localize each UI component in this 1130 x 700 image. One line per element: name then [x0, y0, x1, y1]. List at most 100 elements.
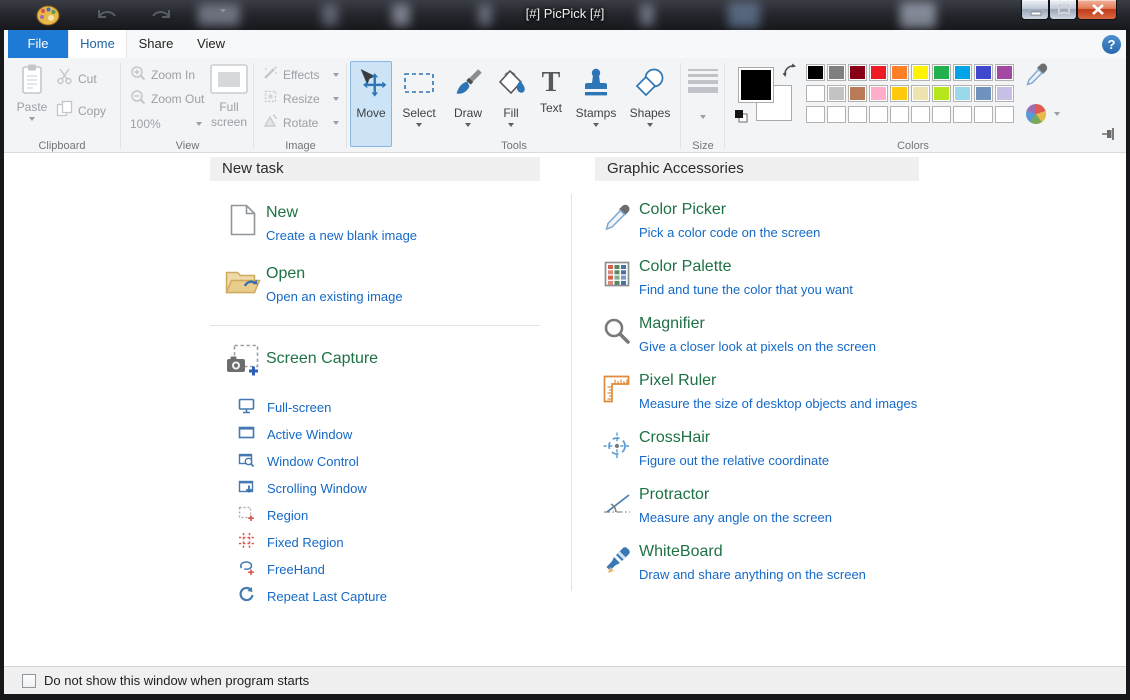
accessory-magnifier[interactable]: Magnifier Give a closer look at pixels o…	[595, 315, 919, 372]
color-swatch[interactable]	[806, 64, 825, 81]
draw-tool-button[interactable]: Draw	[446, 61, 490, 147]
more-colors-dropdown-icon[interactable]	[1054, 112, 1060, 116]
select-dropdown-icon	[416, 123, 422, 127]
zoom-level-combo[interactable]: 100%	[130, 113, 202, 135]
color-swatch[interactable]	[953, 85, 972, 102]
graphic-accessories-section: Graphic Accessories Color Picker Pick a …	[595, 157, 919, 600]
tab-file[interactable]: File	[8, 30, 68, 58]
startup-checkbox[interactable]	[22, 674, 36, 688]
window-title: [#] PicPick [#]	[0, 6, 1130, 21]
maximize-button[interactable]	[1049, 0, 1077, 20]
color-wheel-icon[interactable]	[1026, 104, 1046, 124]
color-swatch[interactable]	[995, 85, 1014, 102]
text-tool-button[interactable]: T Text	[532, 61, 570, 147]
close-button[interactable]	[1077, 0, 1117, 20]
accessory-whiteboard[interactable]: WhiteBoard Draw and share anything on th…	[595, 543, 919, 600]
minimize-button[interactable]	[1021, 0, 1049, 20]
color-swatch[interactable]	[953, 106, 972, 123]
select-tool-button[interactable]: Select	[396, 61, 442, 147]
color-swatch[interactable]	[911, 85, 930, 102]
color-swatch[interactable]	[890, 85, 909, 102]
color-swatch[interactable]	[911, 64, 930, 81]
resize-icon	[263, 89, 278, 109]
tab-share[interactable]: Share	[127, 30, 185, 58]
color-swatch[interactable]	[869, 85, 888, 102]
fill-tool-button[interactable]: Fill	[492, 61, 530, 147]
color-swatch[interactable]	[932, 64, 951, 81]
accessory-pixel-ruler[interactable]: Pixel Ruler Measure the size of desktop …	[595, 372, 919, 429]
zoom-in-button[interactable]: Zoom In	[130, 64, 195, 86]
capture-item-window-control[interactable]: Window Control	[210, 448, 540, 475]
effects-button[interactable]: Effects	[263, 64, 339, 86]
group-label-image: Image	[255, 140, 346, 152]
group-label-colors: Colors	[726, 140, 1100, 152]
color-swatch[interactable]	[953, 64, 972, 81]
open-item[interactable]: Open Open an existing image	[210, 265, 540, 304]
color-swatch[interactable]	[848, 106, 867, 123]
color-swatch[interactable]	[890, 64, 909, 81]
color-swatch[interactable]	[827, 106, 846, 123]
cut-button[interactable]: Cut	[56, 68, 97, 90]
accessory-protractor[interactable]: Protractor Measure any angle on the scre…	[595, 486, 919, 543]
stamps-dropdown-icon	[593, 123, 599, 127]
line-size-button[interactable]	[687, 66, 719, 119]
pin-ribbon-icon[interactable]	[1101, 127, 1116, 146]
accessory-crosshair[interactable]: CrossHair Figure out the relative coordi…	[595, 429, 919, 486]
capture-item-fixed-region[interactable]: Fixed Region	[210, 529, 540, 556]
capture-item-region[interactable]: Region	[210, 502, 540, 529]
color-swatch[interactable]	[974, 85, 993, 102]
capture-item-active-window[interactable]: Active Window	[210, 421, 540, 448]
rotate-icon	[263, 113, 278, 133]
capture-item-full-screen[interactable]: Full-screen	[210, 394, 540, 421]
color-swatch[interactable]	[911, 106, 930, 123]
rotate-button[interactable]: Rotate	[263, 112, 339, 134]
accessory-color-palette[interactable]: Color Palette Find and tune the color th…	[595, 258, 919, 315]
color-swatch[interactable]	[869, 106, 888, 123]
color-palette-grid	[806, 64, 1014, 123]
default-colors-icon[interactable]	[734, 109, 748, 128]
color-swatch[interactable]	[827, 85, 846, 102]
color-swatch[interactable]	[974, 106, 993, 123]
color-swatch[interactable]	[827, 64, 846, 81]
swap-colors-icon[interactable]	[782, 63, 797, 83]
accessory-color-picker[interactable]: Color Picker Pick a color code on the sc…	[595, 201, 919, 258]
new-item[interactable]: New Create a new blank image	[210, 204, 540, 243]
help-icon[interactable]: ?	[1102, 35, 1121, 54]
stamps-tool-button[interactable]: Stamps	[572, 61, 620, 147]
color-swatch[interactable]	[890, 106, 909, 123]
foreground-color-swatch[interactable]	[738, 67, 774, 103]
effects-icon	[263, 65, 278, 85]
tab-view[interactable]: View	[185, 30, 237, 58]
color-swatch[interactable]	[848, 64, 867, 81]
paste-dropdown-icon	[29, 117, 35, 121]
color-swatch[interactable]	[806, 106, 825, 123]
draw-icon	[453, 68, 483, 103]
eyedropper-icon[interactable]	[1026, 62, 1048, 97]
color-swatch[interactable]	[932, 106, 951, 123]
move-tool-button[interactable]: Move	[350, 61, 392, 147]
color-swatch[interactable]	[932, 85, 951, 102]
startup-checkbox-label: Do not show this window when program sta…	[44, 673, 309, 688]
screen-capture-title: Screen Capture	[266, 350, 378, 368]
open-folder-icon	[224, 265, 262, 295]
color-swatch[interactable]	[995, 64, 1014, 81]
capture-item-freehand[interactable]: FreeHand	[210, 556, 540, 583]
graphic-accessories-header: Graphic Accessories	[595, 157, 919, 181]
color-swatch[interactable]	[806, 85, 825, 102]
column-divider	[571, 194, 572, 591]
paste-button[interactable]: Paste	[10, 63, 54, 121]
group-label-size: Size	[682, 140, 724, 152]
color-swatch[interactable]	[869, 64, 888, 81]
color-swatch[interactable]	[848, 85, 867, 102]
tab-home[interactable]: Home	[68, 30, 127, 58]
resize-button[interactable]: Resize	[263, 88, 339, 110]
capture-item-repeat-last-capture[interactable]: Repeat Last Capture	[210, 583, 540, 610]
shapes-tool-button[interactable]: Shapes	[624, 61, 676, 147]
new-document-icon	[224, 204, 262, 236]
zoom-out-button[interactable]: Zoom Out	[130, 88, 204, 110]
capture-item-scrolling-window[interactable]: Scrolling Window	[210, 475, 540, 502]
color-swatch[interactable]	[995, 106, 1014, 123]
color-swatch[interactable]	[974, 64, 993, 81]
full-screen-button[interactable]: Full screen	[206, 63, 252, 130]
copy-button[interactable]: Copy	[56, 100, 106, 122]
